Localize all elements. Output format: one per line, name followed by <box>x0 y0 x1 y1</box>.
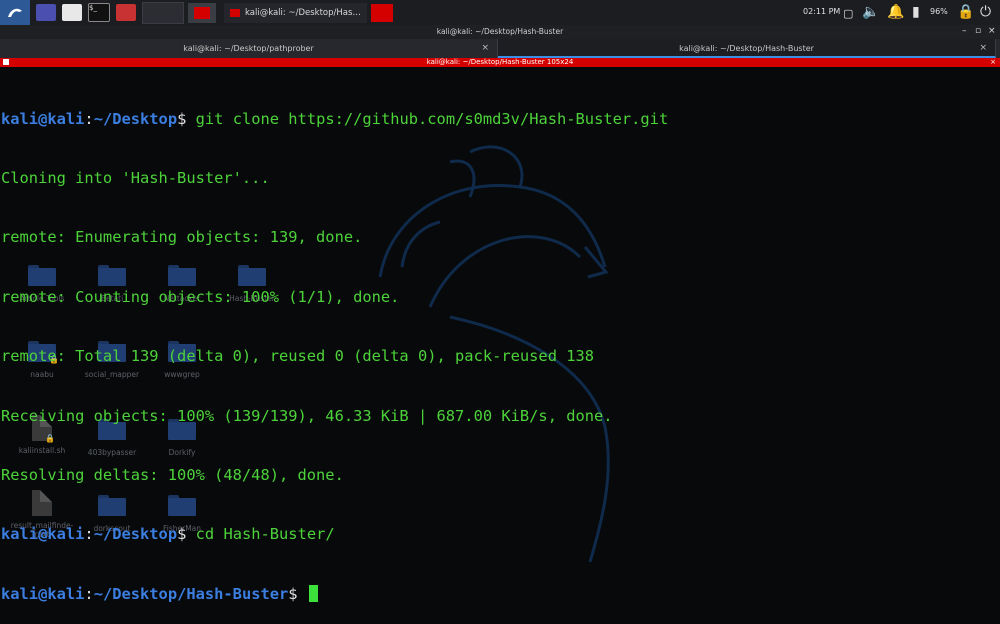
close-tab-icon[interactable]: × <box>979 39 987 58</box>
taskbar-terminal-task[interactable]: kali@kali: ~/Desktop/Has… <box>224 2 367 23</box>
lock-screen-icon[interactable]: 🔒 <box>957 4 974 20</box>
command-text <box>298 585 307 603</box>
prompt-dollar: $ <box>177 525 187 544</box>
terminal-prompt-line: kali@kali:~/Desktop$ git clone https://g… <box>1 110 996 130</box>
terminal-task-icon <box>230 8 240 17</box>
prompt-separator: : <box>84 109 94 128</box>
command-text: git clone https://github.com/s0md3v/Hash… <box>186 109 669 128</box>
file-manager-icon[interactable] <box>62 4 82 21</box>
output-line: remote: Total 139 (delta 0), reused 0 (d… <box>1 347 595 366</box>
minimize-icon[interactable]: – <box>962 26 967 36</box>
terminal-size-bar: kali@kali: ~/Desktop/Hash-Buster 105x24 … <box>0 58 1000 67</box>
top-panel: $_ kali@kali: ~/Desktop/Has… 02:11 PM ▢ … <box>0 0 1000 26</box>
prompt-dollar: $ <box>177 109 187 128</box>
terminal-launcher-icon[interactable]: $_ <box>88 3 110 22</box>
notification-bell-icon[interactable]: 🔔 <box>887 4 904 20</box>
prompt-separator: : <box>84 525 94 544</box>
close-window-icon[interactable]: × <box>988 26 996 36</box>
display-icon[interactable]: ▢ <box>843 6 853 22</box>
task-title-label: kali@kali: ~/Desktop/Has… <box>245 7 361 18</box>
terminal-prompt-line: kali@kali:~/Desktop/Hash-Buster$ <box>1 584 996 605</box>
logout-icon[interactable]: ⏻ <box>980 4 991 20</box>
output-line: remote: Counting objects: 100% (1/1), do… <box>1 287 400 306</box>
close-pane-icon[interactable]: × <box>990 58 996 67</box>
maximize-icon[interactable]: ▫ <box>975 26 981 36</box>
prompt-path: ~/Desktop <box>93 525 178 544</box>
tab-label: kali@kali: ~/Desktop/pathprober <box>183 44 314 53</box>
prompt-user: kali@kali <box>1 525 85 544</box>
tab-hash-buster[interactable]: kali@kali: ~/Desktop/Hash-Buster × <box>498 39 996 58</box>
task-button-red-2[interactable] <box>370 3 393 22</box>
prompt-path: ~/Desktop/Hash-Buster <box>93 584 289 603</box>
terminal-cursor <box>308 584 318 602</box>
command-text: cd Hash-Buster/ <box>186 525 335 544</box>
output-line: Resolving deltas: 100% (48/48), done. <box>1 465 344 484</box>
workspace-switcher-icon[interactable] <box>36 4 56 21</box>
prompt-user: kali@kali <box>1 109 85 128</box>
window-titlebar[interactable]: kali@kali: ~/Desktop/Hash-Buster – ▫ × <box>0 25 1000 39</box>
terminal-size-title: kali@kali: ~/Desktop/Hash-Buster 105x24 <box>426 58 574 66</box>
output-line: Cloning into 'Hash-Buster'... <box>1 168 270 187</box>
task-button-red[interactable] <box>188 2 216 23</box>
prompt-user: kali@kali <box>1 584 85 603</box>
prompt-dollar: $ <box>288 584 298 603</box>
workspace-1-button[interactable] <box>142 1 184 24</box>
battery-icon[interactable]: ▮ <box>912 4 920 20</box>
output-line: Receiving objects: 100% (139/139), 46.33… <box>1 406 613 425</box>
prompt-path: ~/Desktop <box>93 109 178 128</box>
volume-icon[interactable]: 🔈 <box>862 4 879 20</box>
tab-label: kali@kali: ~/Desktop/Hash-Buster <box>679 44 814 53</box>
screen-recorder-icon[interactable] <box>116 4 136 21</box>
kali-menu-icon[interactable] <box>0 0 30 25</box>
close-tab-icon[interactable]: × <box>481 39 489 58</box>
prompt-separator: : <box>84 584 94 603</box>
clock[interactable]: 02:11 PM <box>803 7 840 16</box>
terminal-output[interactable]: kali@kali:~/Desktop$ git clone https://g… <box>1 70 996 624</box>
battery-percent: 96% <box>930 7 948 16</box>
terminal-prompt-line: kali@kali:~/Desktop$ cd Hash-Buster/ <box>1 525 996 545</box>
tab-bar-filler <box>996 39 1000 58</box>
output-line: remote: Enumerating objects: 139, done. <box>1 228 363 247</box>
terminal-tabs: kali@kali: ~/Desktop/pathprober × kali@k… <box>0 39 1000 58</box>
terminal-icon <box>3 59 9 65</box>
tab-pathprober[interactable]: kali@kali: ~/Desktop/pathprober × <box>0 39 498 58</box>
window-title: kali@kali: ~/Desktop/Hash-Buster <box>436 27 564 36</box>
